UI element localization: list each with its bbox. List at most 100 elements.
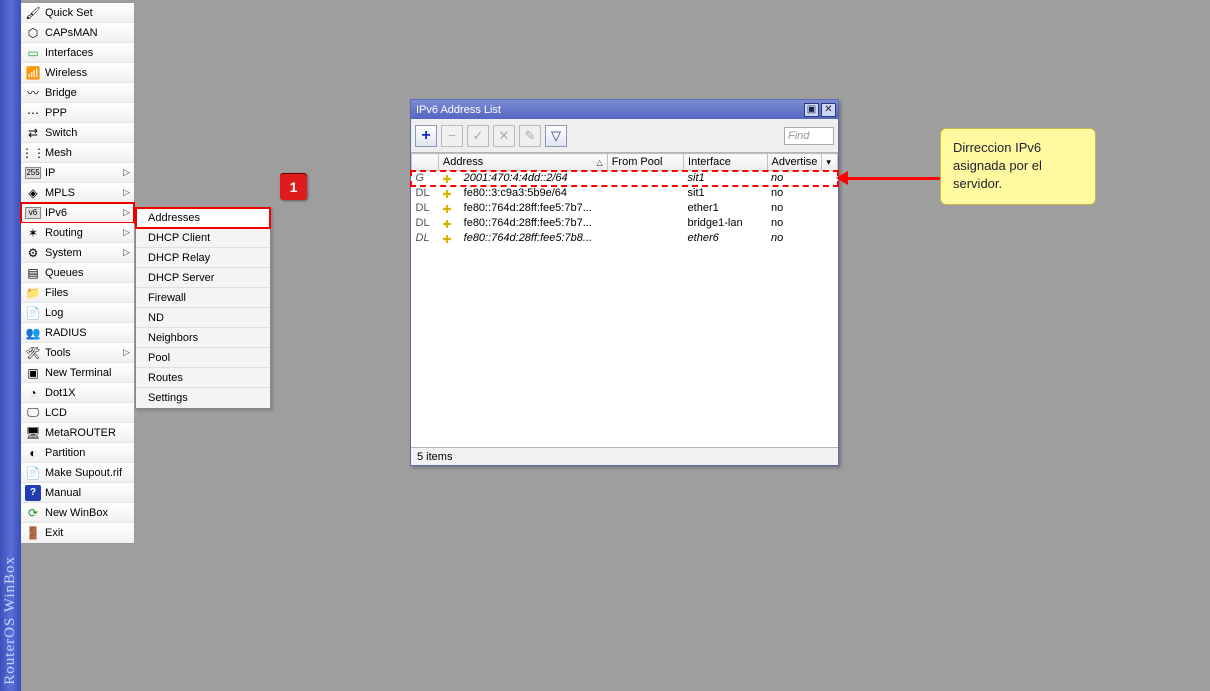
cell-address: 2001:470:4:4dd::2/64 <box>460 171 608 186</box>
toolbar-filter-button[interactable]: ▽ <box>545 125 567 147</box>
sidebar-item-lcd[interactable]: 🖵LCD <box>21 403 134 423</box>
table-row[interactable]: G✚2001:470:4:4dd::2/64sit1no <box>412 171 838 186</box>
window-unpin-button[interactable]: ▣ <box>804 103 819 117</box>
submenu-item-neighbors[interactable]: Neighbors <box>136 328 270 348</box>
cell-address-icon: ✚ <box>438 171 459 186</box>
switch-icon: ⇄ <box>25 125 41 141</box>
submenu-arrow-icon: ▷ <box>123 347 130 358</box>
submenu-item-firewall[interactable]: Firewall <box>136 288 270 308</box>
sidebar-item-label: Switch <box>45 127 77 139</box>
sidebar-item-metarouter[interactable]: 🖥MetaROUTER <box>21 423 134 443</box>
sidebar-item-new-terminal[interactable]: ▣New Terminal <box>21 363 134 383</box>
sidebar-item-capsman[interactable]: ⬡ CAPsMAN <box>21 23 134 43</box>
cell-spacer <box>822 201 838 216</box>
sidebar-item-tools[interactable]: 🛠Tools▷ <box>21 343 134 363</box>
ipv6-icon: v6 <box>25 207 41 219</box>
quick-set-icon: 🖌 <box>25 5 41 21</box>
files-icon: 📁 <box>25 285 41 301</box>
sidebar-item-bridge[interactable]: 〰Bridge <box>21 83 134 103</box>
address-icon: ✚ <box>442 173 451 186</box>
sidebar-item-label: LCD <box>45 407 67 419</box>
submenu-item-dhcp-server[interactable]: DHCP Server <box>136 268 270 288</box>
sidebar-item-routing[interactable]: ✶Routing▷ <box>21 223 134 243</box>
capsman-icon: ⬡ <box>25 25 41 41</box>
col-address[interactable]: Address △ <box>438 154 607 171</box>
annotation-arrow-head-icon <box>836 171 848 185</box>
cell-advertise: no <box>767 216 822 231</box>
sidebar-item-log[interactable]: 📄Log <box>21 303 134 323</box>
sidebar-item-label: Quick Set <box>45 7 93 19</box>
sidebar-item-label: New WinBox <box>45 507 108 519</box>
sidebar-item-switch[interactable]: ⇄ Switch <box>21 123 134 143</box>
submenu-item-dhcp-client[interactable]: DHCP Client <box>136 228 270 248</box>
cell-advertise: no <box>767 201 822 216</box>
sidebar-item-label: CAPsMAN <box>45 27 98 39</box>
table-row[interactable]: DL✚fe80::764d:28ff:fee5:7b7...ether1no <box>412 201 838 216</box>
col-advertise[interactable]: Advertise <box>767 154 822 171</box>
table-row[interactable]: DL✚fe80::3:c9a3:5b9e/64sit1no <box>412 186 838 201</box>
sidebar-item-make-supout-rif[interactable]: 📄Make Supout.rif <box>21 463 134 483</box>
sidebar-item-new-winbox[interactable]: ⟳ New WinBox <box>21 503 134 523</box>
sidebar-item-mesh[interactable]: ⋮⋮Mesh <box>21 143 134 163</box>
sidebar-item-queues[interactable]: ▤Queues <box>21 263 134 283</box>
col-interface[interactable]: Interface <box>684 154 768 171</box>
mpls-icon: ◈ <box>25 185 41 201</box>
sidebar-item-label: IPv6 <box>45 207 67 219</box>
toolbar-comment-button[interactable]: ✎ <box>519 125 541 147</box>
submenu-item-dhcp-relay[interactable]: DHCP Relay <box>136 248 270 268</box>
sidebar-item-system[interactable]: ⚙System▷ <box>21 243 134 263</box>
sidebar-item-mpls[interactable]: ◈MPLS▷ <box>21 183 134 203</box>
sidebar-item-wireless[interactable]: 📶Wireless <box>21 63 134 83</box>
sidebar-item-partition[interactable]: ◐Partition <box>21 443 134 463</box>
toolbar-add-button[interactable]: + <box>415 125 437 147</box>
table-row[interactable]: DL✚fe80::764d:28ff:fee5:7b8...ether6no <box>412 231 838 246</box>
ppp-icon: ⋯ <box>25 105 41 121</box>
sidebar-item-quick-set[interactable]: 🖌 Quick Set <box>21 3 134 23</box>
cell-from-pool <box>607 216 683 231</box>
window-titlebar[interactable]: IPv6 Address List ▣ ✕ <box>411 100 838 119</box>
sidebar-item-label: Wireless <box>45 67 87 79</box>
window-close-button[interactable]: ✕ <box>821 103 836 117</box>
table-row[interactable]: DL✚fe80::764d:28ff:fee5:7b7...bridge1-la… <box>412 216 838 231</box>
new-winbox-icon: ⟳ <box>25 505 41 521</box>
submenu-item-routes[interactable]: Routes <box>136 368 270 388</box>
annotation-note: Dirreccion IPv6 asignada por el servidor… <box>940 128 1096 205</box>
toolbar-remove-button[interactable]: − <box>441 125 463 147</box>
cell-address-icon: ✚ <box>438 231 459 246</box>
sidebar-item-exit[interactable]: 🚪Exit <box>21 523 134 543</box>
sidebar-item-ipv6[interactable]: v6IPv6▷ <box>21 203 134 223</box>
sidebar-item-radius[interactable]: 👥RADIUS <box>21 323 134 343</box>
note-line: asignada por el <box>953 157 1083 175</box>
col-menu-button[interactable]: ▾ <box>822 154 838 171</box>
sidebar-item-label: Make Supout.rif <box>45 467 122 479</box>
ipv6-address-list-window: IPv6 Address List ▣ ✕ + − ✓ ✕ ✎ ▽ Find A… <box>410 99 839 466</box>
partition-icon: ◐ <box>25 445 41 461</box>
sidebar-item-ppp[interactable]: ⋯PPP <box>21 103 134 123</box>
toolbar-enable-button[interactable]: ✓ <box>467 125 489 147</box>
submenu-item-settings[interactable]: Settings <box>136 388 270 408</box>
submenu-item-addresses[interactable]: Addresses <box>136 208 270 228</box>
cell-flag: DL <box>412 231 439 246</box>
sidebar-item-manual[interactable]: ?Manual <box>21 483 134 503</box>
toolbar-disable-button[interactable]: ✕ <box>493 125 515 147</box>
cell-from-pool <box>607 201 683 216</box>
sidebar-item-dot1x[interactable]: ◔Dot1X <box>21 383 134 403</box>
sidebar-item-label: Tools <box>45 347 71 359</box>
cell-advertise: no <box>767 231 822 246</box>
sidebar-item-label: Mesh <box>45 147 72 159</box>
sidebar-item-label: Files <box>45 287 68 299</box>
col-from-pool[interactable]: From Pool <box>607 154 683 171</box>
submenu-item-pool[interactable]: Pool <box>136 348 270 368</box>
sidebar-item-files[interactable]: 📁 Files <box>21 283 134 303</box>
col-flags[interactable] <box>412 154 439 171</box>
cell-address-icon: ✚ <box>438 216 459 231</box>
sidebar-item-ip[interactable]: 255IP▷ <box>21 163 134 183</box>
sidebar-item-label: IP <box>45 167 55 179</box>
find-input[interactable]: Find <box>784 127 834 145</box>
submenu-item-nd[interactable]: ND <box>136 308 270 328</box>
sidebar-item-label: MPLS <box>45 187 75 199</box>
sidebar-item-interfaces[interactable]: ▭Interfaces <box>21 43 134 63</box>
new-terminal-icon: ▣ <box>25 365 41 381</box>
address-icon: ✚ <box>442 203 451 216</box>
note-line: Dirreccion IPv6 <box>953 139 1083 157</box>
